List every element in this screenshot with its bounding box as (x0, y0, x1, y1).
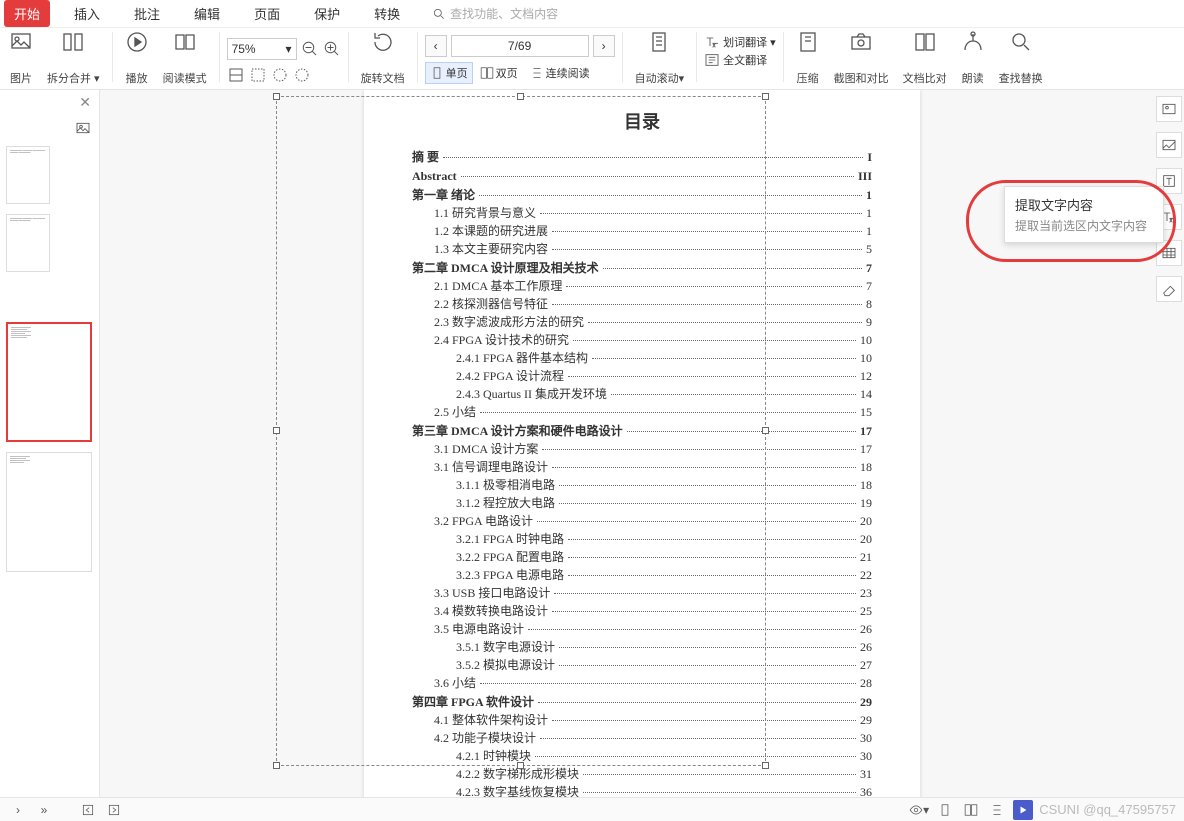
search-functions[interactable]: 查找功能、文档内容 (432, 5, 558, 22)
rib-find-replace[interactable]: 查找替换 (994, 30, 1048, 86)
rib-compress[interactable]: 压缩 (791, 30, 825, 86)
rib-play[interactable]: 播放 (120, 30, 154, 86)
next-page[interactable]: › (593, 35, 615, 57)
split-icon (61, 30, 85, 54)
rib-rotate[interactable]: 旋转文档 (356, 30, 410, 86)
sel-translate[interactable]: 划词翻译 ▾ (704, 34, 776, 50)
selection-box[interactable] (276, 96, 766, 766)
close-panel[interactable]: ✕ (79, 94, 91, 111)
rtool-erase[interactable] (1156, 276, 1182, 302)
rtool-image-edit[interactable] (1156, 132, 1182, 158)
rotate-icon (371, 30, 395, 54)
tab-convert[interactable]: 转换 (364, 0, 410, 27)
toc-entry: 4.2.2 数字梯形成形模块31 (412, 765, 872, 783)
rtool-image[interactable] (1156, 96, 1182, 122)
thumb-8[interactable]: ▬▬▬▬▬▬▬▬▬▬▬▬▬▬▬▬▬▬▬▬▬▬▬▬▬▬▬▬▬▬▬▬▬▬▬ (6, 452, 92, 572)
sb-single[interactable] (935, 800, 955, 820)
tab-insert[interactable]: 插入 (64, 0, 110, 27)
thumb-6[interactable]: ▬▬▬▬▬▬ ▬▬▬▬▬ ▬▬▬▬▬▬ ▬▬▬▬ ▬▬▬▬▬▬ (6, 214, 50, 272)
tab-start[interactable]: 开始 (4, 0, 50, 27)
full-translate[interactable]: 全文翻译 (704, 52, 776, 68)
menu-tabs: 开始 插入 批注 编辑 页面 保护 转换 查找功能、文档内容 (0, 0, 1184, 28)
speaker-icon (961, 30, 985, 54)
scroll-icon (647, 30, 671, 54)
sb-fwd[interactable] (104, 800, 124, 820)
rib-read-mode[interactable]: 阅读模式 (158, 30, 212, 86)
rtool-table[interactable] (1156, 240, 1182, 266)
sb-back[interactable] (78, 800, 98, 820)
prev-page[interactable]: ‹ (425, 35, 447, 57)
fit-page[interactable] (249, 66, 267, 84)
sb-eye[interactable]: ▾ (909, 800, 929, 820)
fit-width[interactable] (227, 66, 245, 84)
sb-cont[interactable] (987, 800, 1007, 820)
zoom-select[interactable]: 75%▾ (227, 38, 297, 60)
fit-actual[interactable] (271, 66, 289, 84)
tooltip-extract-text: 提取文字内容 提取当前选区内文字内容 (1004, 186, 1164, 243)
tab-edit[interactable]: 编辑 (184, 0, 230, 27)
image-icon (9, 30, 33, 54)
sb-double[interactable] (961, 800, 981, 820)
view-double[interactable]: 双页 (475, 62, 523, 84)
thumb-7[interactable]: ▬▬▬▬▬▬▬▬▬▬▬▬▬▬▬▬▬▬▬▬▬▬▬▬▬▬▬▬▬▬▬▬▬▬▬▬▬▬▬▬… (6, 322, 92, 442)
rib-speak[interactable]: 朗读 (956, 30, 990, 86)
view-single[interactable]: 单页 (425, 62, 473, 84)
compare-icon (913, 30, 937, 54)
watermark: CSUNI @qq_47595757 (1039, 802, 1176, 817)
rib-translate: 划词翻译 ▾ 全文翻译 (704, 30, 776, 68)
fit-more[interactable] (293, 66, 311, 84)
tab-page[interactable]: 页面 (244, 0, 290, 27)
rib-compare[interactable]: 文档比对 (898, 30, 952, 86)
compress-icon (796, 30, 820, 54)
ribbon: 图片 拆分合并 ▾ 播放 阅读模式 75%▾ 旋转文档 ‹ 7 (0, 28, 1184, 90)
sb-prev[interactable]: › (8, 800, 28, 820)
zoom-in[interactable] (323, 40, 341, 58)
sb-play[interactable] (1013, 800, 1033, 820)
thumbnail-panel: ✕ ▬▬▬▬▬▬ ▬▬▬▬▬ ▬▬▬▬▬▬ ▬▬▬▬ ▬▬▬▬▬▬ ▬▬▬▬▬▬… (0, 90, 100, 797)
rib-screenshot[interactable]: 截图和对比 (829, 30, 894, 86)
search-icon (1009, 30, 1033, 54)
toc-entry: 4.2.3 数字基线恢复模块36 (412, 783, 872, 797)
tab-annotate[interactable]: 批注 (124, 0, 170, 27)
thumb-5[interactable]: ▬▬▬▬▬▬ ▬▬▬▬▬ ▬▬▬▬▬▬ ▬▬▬▬ ▬▬▬▬▬▬ (6, 146, 50, 204)
status-bar: › » ▾ CSUNI @qq_47595757 (0, 797, 1184, 821)
camera-icon (849, 30, 873, 54)
panel-options[interactable] (75, 120, 91, 139)
view-continuous[interactable]: 连续阅读 (525, 62, 595, 84)
tab-protect[interactable]: 保护 (304, 0, 350, 27)
zoom-out[interactable] (301, 40, 319, 58)
sb-last[interactable]: » (34, 800, 54, 820)
play-icon (125, 30, 149, 54)
search-icon (432, 7, 446, 21)
rib-image[interactable]: 图片 (4, 30, 38, 86)
book-icon (173, 30, 197, 54)
rib-split-merge[interactable]: 拆分合并 ▾ (42, 30, 105, 86)
page-number[interactable]: 7/69 (451, 35, 589, 57)
rib-auto-scroll[interactable]: 自动滚动▾ (630, 30, 690, 86)
